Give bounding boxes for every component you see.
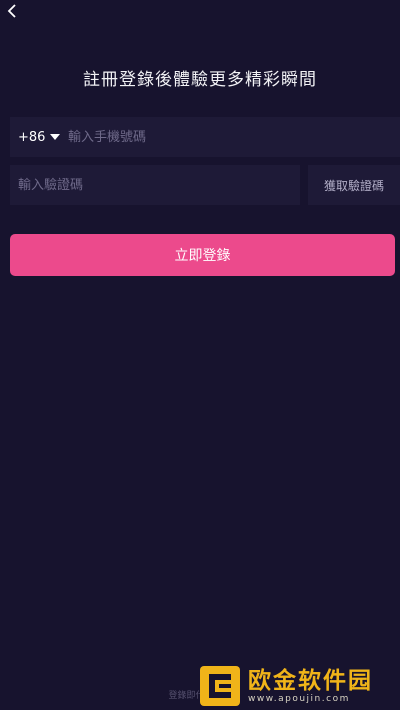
watermark-text: 欧金软件园 www.apoujin.com	[248, 668, 373, 704]
phone-input[interactable]	[68, 117, 400, 157]
chevron-left-icon	[7, 4, 16, 18]
verification-code-input[interactable]	[10, 165, 300, 205]
phone-field-row: +86	[10, 117, 400, 157]
caret-down-icon	[50, 134, 61, 140]
login-button[interactable]: 立即登錄	[10, 234, 395, 276]
watermark-title: 欧金软件园	[248, 668, 373, 694]
country-code-label: +86	[18, 129, 46, 145]
country-code-selector[interactable]: +86	[10, 117, 68, 157]
watermark-url: www.apoujin.com	[248, 694, 350, 704]
get-code-button[interactable]: 獲取驗證碼	[308, 165, 400, 205]
login-screen: 註冊登錄後體驗更多精彩瞬間 +86 獲取驗證碼 立即登錄 登錄即代表同意 欧金软…	[0, 0, 400, 710]
page-title: 註冊登錄後體驗更多精彩瞬間	[83, 70, 317, 90]
watermark-logo-icon	[200, 666, 240, 706]
watermark: 欧金软件园 www.apoujin.com	[198, 662, 400, 710]
back-button[interactable]	[0, 0, 24, 22]
code-field-row	[10, 165, 300, 205]
